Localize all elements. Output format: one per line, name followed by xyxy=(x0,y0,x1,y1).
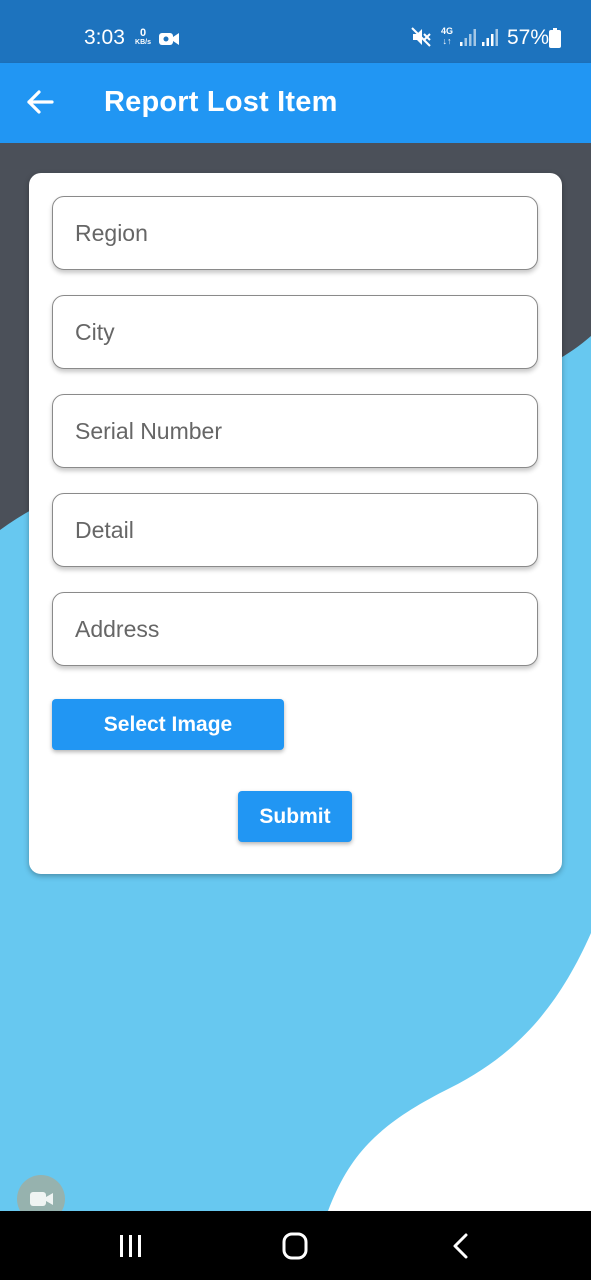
arrow-left-icon[interactable] xyxy=(25,87,55,117)
city-input[interactable] xyxy=(53,296,537,368)
data-rate-unit: KB/s xyxy=(135,39,151,46)
page-title: Report Lost Item xyxy=(104,86,338,118)
data-rate-value: 0 xyxy=(139,27,147,39)
serial-number-field[interactable] xyxy=(52,394,538,468)
4g-data-icon: 4G ↓↑ xyxy=(437,26,457,48)
network-type-label: 4G xyxy=(440,26,453,36)
detail-field[interactable] xyxy=(52,493,538,567)
status-time: 3:03 xyxy=(84,26,125,49)
battery-icon xyxy=(549,28,561,48)
data-arrows-icon: ↓↑ xyxy=(442,36,452,46)
home-icon[interactable] xyxy=(275,1229,315,1263)
address-field[interactable] xyxy=(52,592,538,666)
detail-input[interactable] xyxy=(53,494,537,566)
city-field[interactable] xyxy=(52,295,538,369)
submit-button[interactable]: Submit xyxy=(238,791,352,842)
back-icon[interactable] xyxy=(441,1229,481,1263)
serial-number-input[interactable] xyxy=(53,395,537,467)
mute-icon xyxy=(411,27,431,47)
address-input[interactable] xyxy=(53,593,537,665)
battery-percent: 57% xyxy=(507,26,550,49)
select-image-button[interactable]: Select Image xyxy=(52,699,284,750)
report-form-card: Select Image Submit xyxy=(29,173,562,874)
signal-icon xyxy=(460,29,476,46)
data-rate-indicator: 0 KB/s xyxy=(132,28,154,47)
region-input[interactable] xyxy=(53,197,537,269)
video-record-icon xyxy=(30,1192,53,1206)
status-bar: 3:03 0 KB/s 4G ↓↑ 57% xyxy=(0,0,591,63)
recent-apps-icon[interactable] xyxy=(110,1229,150,1263)
app-bar: Report Lost Item xyxy=(0,63,591,143)
video-record-icon xyxy=(159,33,179,45)
region-field[interactable] xyxy=(52,196,538,270)
signal-icon xyxy=(482,29,498,46)
system-nav-bar xyxy=(0,1211,591,1280)
